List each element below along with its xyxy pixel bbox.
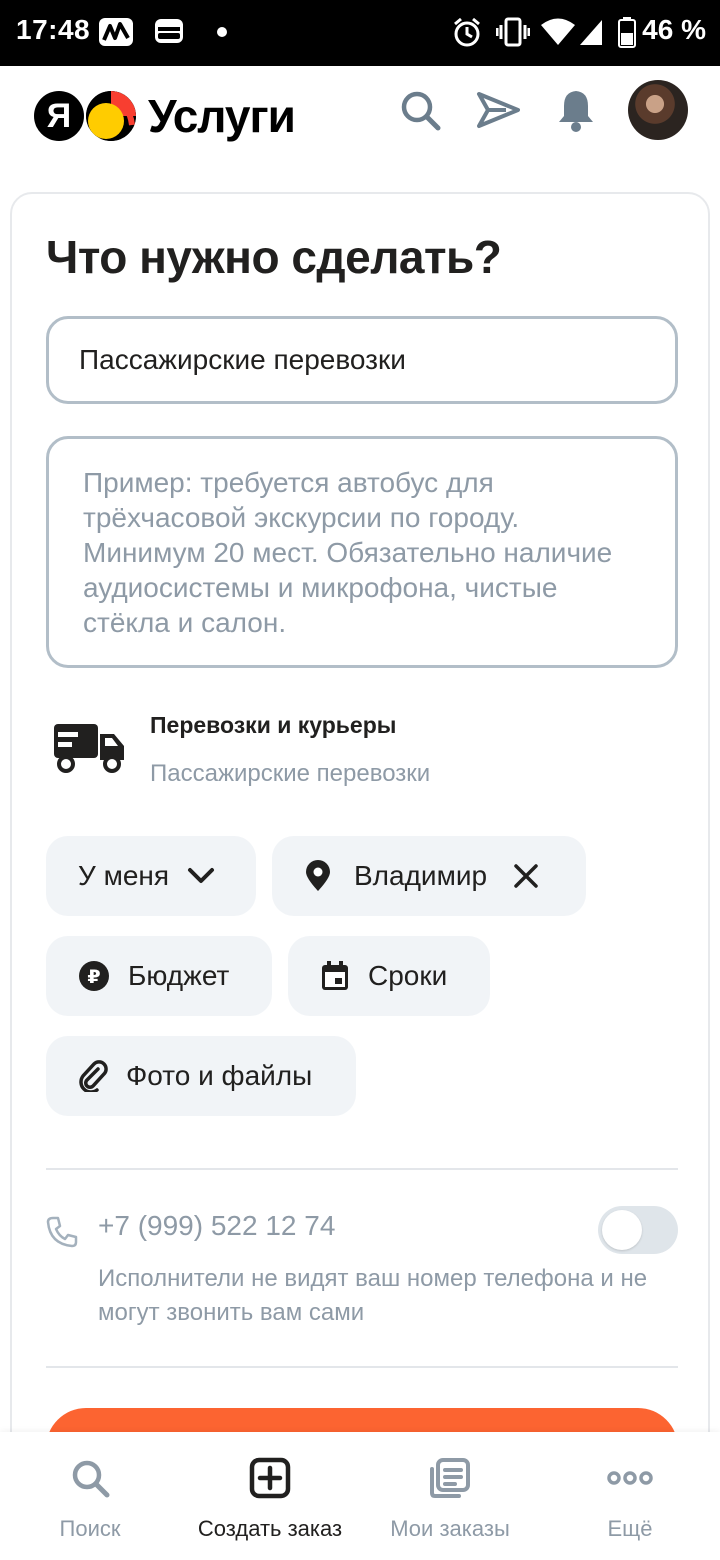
search-icon xyxy=(70,1456,110,1500)
nav-label: Ещё xyxy=(607,1516,653,1541)
chevron-down-icon xyxy=(187,867,215,885)
attachments-chip[interactable]: Фото и файлы xyxy=(46,1036,356,1116)
wifi-icon xyxy=(541,18,575,45)
logo-text: Услуги xyxy=(148,90,296,142)
deadline-chip[interactable]: Сроки xyxy=(288,936,490,1016)
description-textarea[interactable]: Пример: требуется автобус для трёхчасово… xyxy=(46,436,678,668)
divider xyxy=(46,1168,678,1170)
truck-icon xyxy=(54,724,124,773)
messages-button[interactable] xyxy=(476,88,520,132)
phone-section: +7 (999) 522 12 74 Исполнители не видят … xyxy=(46,1204,678,1344)
orders-icon xyxy=(429,1456,471,1500)
notifications-button[interactable] xyxy=(554,88,598,132)
battery-percent: 46 % xyxy=(642,14,706,45)
location-mode-label: У меня xyxy=(78,860,170,891)
subcategory-name: Пассажирские перевозки xyxy=(150,760,431,787)
service-input-value: Пассажирские перевозки xyxy=(79,344,406,375)
nav-label: Создать заказ xyxy=(197,1516,343,1541)
more-icon xyxy=(607,1456,653,1500)
avatar[interactable] xyxy=(628,80,688,140)
bell-icon xyxy=(559,91,593,132)
status-bar: 17:48 46 % xyxy=(0,0,720,66)
svg-text:₽: ₽ xyxy=(87,966,100,988)
search-button[interactable] xyxy=(398,88,442,132)
deadline-label: Сроки xyxy=(368,960,448,991)
nav-item-more[interactable]: Ещё xyxy=(540,1432,720,1560)
vibrate-icon xyxy=(496,17,530,47)
city-chip[interactable]: Владимир xyxy=(272,836,586,916)
category-selector[interactable]: Перевозки и курьеры Пассажирские перевоз… xyxy=(52,704,672,794)
uslugi-ball-icon xyxy=(86,91,136,141)
dot-icon xyxy=(217,27,227,37)
page-title: Что нужно сделать? xyxy=(46,231,502,283)
description-placeholder: Пример: требуется автобус для трёхчасово… xyxy=(83,467,613,638)
calendar-icon xyxy=(320,960,350,992)
alarm-icon xyxy=(454,17,480,47)
budget-label: Бюджет xyxy=(128,960,230,991)
category-name: Перевозки и курьеры xyxy=(150,712,397,738)
nav-item-search[interactable]: Поиск xyxy=(0,1432,180,1560)
yandex-uslugi-logo[interactable]: Я Услуги xyxy=(34,84,296,148)
city-label: Владимир xyxy=(354,860,488,891)
wallet-icon xyxy=(155,19,183,43)
phone-icon xyxy=(46,1216,78,1248)
phone-hint: Исполнители не видят ваш номер телефона … xyxy=(98,1265,648,1326)
status-time: 17:48 xyxy=(16,14,91,45)
toggle-knob xyxy=(602,1210,642,1250)
nav-label: Поиск xyxy=(59,1516,121,1541)
service-input[interactable]: Пассажирские перевозки xyxy=(46,316,678,404)
ruble-icon: ₽ xyxy=(78,960,110,992)
attachments-label: Фото и файлы xyxy=(126,1060,313,1091)
phone-visibility-toggle[interactable] xyxy=(598,1206,678,1254)
budget-chip[interactable]: ₽ Бюджет xyxy=(46,936,272,1016)
create-order-card: Что нужно сделать? Пассажирские перевозк… xyxy=(10,192,710,1560)
signal-icon xyxy=(580,20,602,45)
location-mode-chip[interactable]: У меня xyxy=(46,836,256,916)
location-pin-icon xyxy=(304,860,332,892)
app-notification-icon xyxy=(99,18,133,46)
yandex-logo-icon: Я xyxy=(34,91,84,141)
nav-label: Мои заказы xyxy=(390,1516,510,1541)
phone-number: +7 (999) 522 12 74 xyxy=(98,1210,336,1241)
plus-square-icon xyxy=(249,1456,291,1500)
battery-icon xyxy=(618,17,636,48)
close-icon[interactable] xyxy=(513,863,539,889)
nav-item-create-order[interactable]: Создать заказ xyxy=(180,1432,360,1560)
app-header: Я Услуги xyxy=(0,66,720,166)
bottom-navigation: Поиск Создать заказ Мои заказы Ещё xyxy=(0,1432,720,1560)
divider xyxy=(46,1366,678,1368)
nav-item-my-orders[interactable]: Мои заказы xyxy=(360,1432,540,1560)
search-icon xyxy=(401,91,441,131)
send-icon xyxy=(477,92,520,128)
paperclip-icon xyxy=(78,1060,108,1092)
